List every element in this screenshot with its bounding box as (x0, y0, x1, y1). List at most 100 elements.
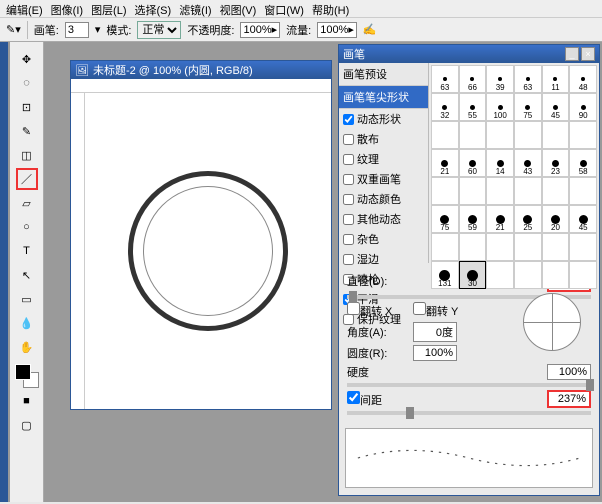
brush-thumb[interactable]: 55 (459, 93, 487, 121)
brush-thumb[interactable]: 20 (542, 205, 570, 233)
brush-thumb[interactable] (569, 121, 597, 149)
hardness-value[interactable]: 100% (547, 364, 591, 380)
brush-thumb[interactable]: 59 (459, 205, 487, 233)
brush-thumb[interactable] (459, 233, 487, 261)
tool-eyedrop[interactable]: 💧 (16, 312, 38, 334)
brush-thumb[interactable] (486, 177, 514, 205)
brush-thumb[interactable] (514, 177, 542, 205)
tab-brush-tip-shape[interactable]: 画笔笔尖形状 (339, 86, 428, 109)
roundness-value[interactable]: 100% (413, 345, 457, 361)
opt-color-dynamics[interactable]: 动态颜色 (339, 189, 428, 209)
tab-brush-presets[interactable]: 画笔预设 (339, 63, 428, 86)
brush-thumb[interactable]: 75 (514, 93, 542, 121)
menu-view[interactable]: 视图(V) (220, 2, 257, 15)
angle-value[interactable]: 0度 (413, 322, 457, 342)
opt-shape-dynamics[interactable]: 动态形状 (339, 109, 428, 129)
tool-lasso[interactable]: ◌ (16, 72, 38, 94)
tool-brush[interactable]: ✎ (16, 120, 38, 142)
brush-thumb[interactable] (431, 177, 459, 205)
tool-gradient[interactable]: ▱ (16, 192, 38, 214)
brush-thumb[interactable] (569, 261, 597, 289)
document-titlebar[interactable]: 🖼 未标题-2 @ 100% (内圆, RGB/8) (71, 61, 331, 79)
tool-eraser[interactable]: ◫ (16, 144, 38, 166)
tool-type[interactable]: T (16, 240, 38, 262)
brush-thumb[interactable]: 14 (486, 149, 514, 177)
brush-thumb[interactable] (459, 121, 487, 149)
flip-y[interactable]: 翻转 Y (413, 302, 473, 319)
brush-thumb[interactable] (542, 177, 570, 205)
brush-size-input[interactable] (65, 22, 89, 38)
brush-thumb[interactable]: 43 (514, 149, 542, 177)
brush-thumb[interactable]: 58 (569, 149, 597, 177)
brush-thumb[interactable] (542, 261, 570, 289)
flip-x[interactable]: 翻转 X (347, 302, 407, 319)
brush-thumb[interactable] (514, 261, 542, 289)
tool-move[interactable]: ✥ (16, 48, 38, 70)
brush-thumb[interactable] (569, 233, 597, 261)
brush-thumb[interactable]: 21 (486, 205, 514, 233)
spacing-slider[interactable] (347, 411, 591, 415)
dropdown-icon[interactable]: ▾ (95, 23, 101, 36)
canvas[interactable] (85, 93, 331, 409)
tool-screen[interactable]: ▢ (16, 414, 38, 436)
menu-edit[interactable]: 编辑(E) (6, 2, 43, 15)
brush-thumb[interactable]: 63 (514, 65, 542, 93)
brush-thumb[interactable]: 23 (542, 149, 570, 177)
brush-thumb[interactable]: 90 (569, 93, 597, 121)
brush-thumb[interactable] (542, 233, 570, 261)
brush-thumb[interactable]: 30 (459, 261, 487, 289)
brush-thumb[interactable] (431, 121, 459, 149)
brush-thumb[interactable]: 45 (569, 205, 597, 233)
brush-thumb[interactable] (486, 233, 514, 261)
mode-select[interactable]: 正常 (137, 21, 181, 39)
menu-layer[interactable]: 图层(L) (91, 2, 126, 15)
opt-wet-edges[interactable]: 湿边 (339, 249, 428, 269)
panel-titlebar[interactable]: 画笔 _ × (339, 45, 599, 63)
brush-thumb[interactable]: 63 (431, 65, 459, 93)
brush-thumb[interactable]: 48 (569, 65, 597, 93)
brush-thumb[interactable]: 100 (486, 93, 514, 121)
color-swatch[interactable] (15, 364, 39, 388)
brush-thumb[interactable]: 66 (459, 65, 487, 93)
brush-thumb[interactable] (514, 233, 542, 261)
brush-thumb[interactable]: 11 (542, 65, 570, 93)
tool-crop[interactable]: ⊡ (16, 96, 38, 118)
tool-mode[interactable]: ■ (16, 390, 38, 412)
brush-thumb[interactable]: 75 (431, 205, 459, 233)
angle-compass[interactable] (523, 293, 581, 351)
brush-thumb[interactable] (514, 121, 542, 149)
menu-filter[interactable]: 滤镜(I) (179, 2, 211, 15)
spacing-check[interactable]: 间距 (347, 391, 407, 408)
tool-pencil[interactable]: ／ (16, 168, 38, 190)
ruler-horizontal[interactable] (71, 79, 331, 93)
brush-thumb[interactable]: 21 (431, 149, 459, 177)
airbrush-icon[interactable]: ✍ (363, 23, 377, 36)
brush-thumb[interactable] (486, 261, 514, 289)
ruler-vertical[interactable] (71, 93, 85, 409)
brush-thumb[interactable]: 25 (514, 205, 542, 233)
opt-other-dynamics[interactable]: 其他动态 (339, 209, 428, 229)
brush-thumb[interactable]: 39 (486, 65, 514, 93)
brush-thumb[interactable] (542, 121, 570, 149)
minimize-icon[interactable]: _ (565, 47, 579, 61)
brush-thumb[interactable]: 60 (459, 149, 487, 177)
menu-help[interactable]: 帮助(H) (312, 2, 349, 15)
brush-thumb[interactable]: 32 (431, 93, 459, 121)
tool-path[interactable]: ↖ (16, 264, 38, 286)
brush-thumb[interactable]: 45 (542, 93, 570, 121)
tool-shape[interactable]: ▭ (16, 288, 38, 310)
opt-dual-brush[interactable]: 双重画笔 (339, 169, 428, 189)
opt-scattering[interactable]: 散布 (339, 129, 428, 149)
spacing-value[interactable]: 237% (547, 390, 591, 408)
opt-texture[interactable]: 纹理 (339, 149, 428, 169)
menu-window[interactable]: 窗口(W) (264, 2, 304, 15)
opacity-value[interactable]: 100% ▸ (240, 22, 280, 38)
brush-thumb[interactable]: 131 (431, 261, 459, 289)
tool-dodge[interactable]: ○ (16, 216, 38, 238)
brush-thumb[interactable] (486, 121, 514, 149)
menu-select[interactable]: 选择(S) (135, 2, 172, 15)
close-icon[interactable]: × (581, 47, 595, 61)
opt-noise[interactable]: 杂色 (339, 229, 428, 249)
brush-thumb[interactable] (459, 177, 487, 205)
menu-image[interactable]: 图像(I) (51, 2, 83, 15)
